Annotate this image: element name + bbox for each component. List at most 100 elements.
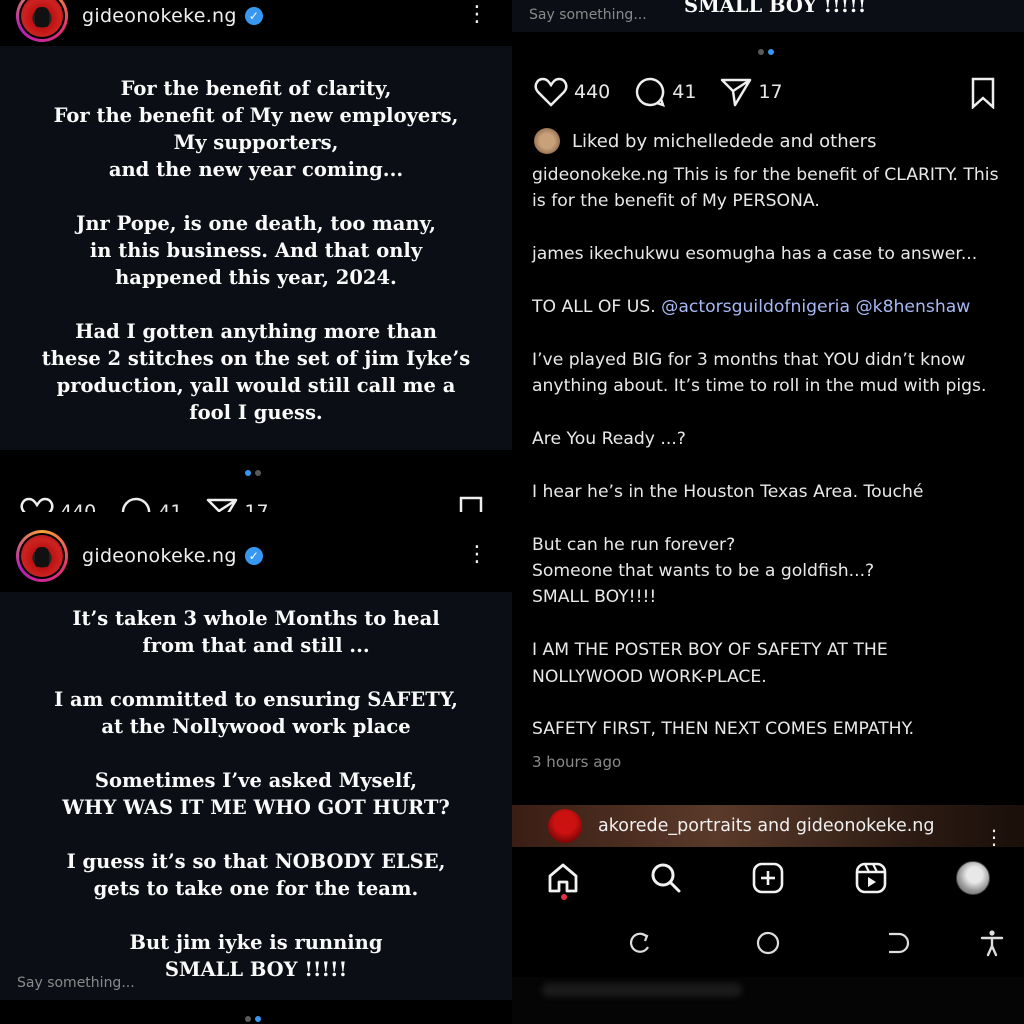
carousel-dot-active: [255, 1016, 261, 1022]
post-timestamp: 3 hours ago: [532, 752, 622, 771]
caption-paragraph: But can he run forever? Someone that wan…: [532, 532, 1002, 611]
story-card: It’s taken 3 whole Months to heal from th…: [0, 592, 512, 1000]
caption-paragraph: TO ALL OF US. @actorsguildofnigeria @k8h…: [532, 294, 1002, 320]
caption-paragraph: gideonokeke.ng This is for the benefit o…: [532, 162, 1002, 215]
verified-badge-icon: ✓: [244, 547, 263, 565]
notification-dot: [561, 894, 567, 900]
post-screenshot-bottom-left: gideonokeke.ng ✓ ⋮ It’s taken 3 whole Mo…: [0, 512, 512, 1024]
more-options-icon[interactable]: ⋮: [984, 825, 1004, 849]
carousel-indicator: [758, 49, 774, 55]
story-line: in this business. And that only: [89, 239, 423, 262]
more-options-icon[interactable]: ⋮: [466, 544, 488, 566]
send-icon[interactable]: [720, 77, 752, 107]
story-line: gets to take one for the team.: [93, 877, 419, 900]
heart-icon[interactable]: [534, 77, 568, 107]
post-header: gideonokeke.ng ✓ ⋮: [0, 526, 512, 586]
carousel-dot-active: [245, 470, 251, 476]
search-icon[interactable]: [649, 861, 683, 895]
story-paragraph: For the benefit of clarity, For the benef…: [0, 75, 512, 183]
heart-icon[interactable]: [20, 497, 54, 512]
story-line: WHY WAS IT ME WHO GOT HURT?: [62, 796, 450, 819]
liked-by-row[interactable]: Liked by michelledede and others: [534, 128, 876, 154]
accessibility-icon[interactable]: [978, 929, 1006, 957]
story-line: Jnr Pope, is one death, too many,: [76, 212, 436, 235]
comment-count: 41: [158, 501, 183, 512]
story-text-tail: SMALL BOY !!!!!: [684, 0, 867, 17]
story-line: from that and still ...: [142, 634, 370, 657]
like-count: 440: [574, 81, 611, 103]
caption-paragraph: SAFETY FIRST, THEN NEXT COMES EMPATHY.: [532, 719, 915, 740]
like-count: 440: [60, 501, 97, 512]
home-icon[interactable]: [546, 861, 580, 895]
bottom-navigation: [512, 847, 1024, 907]
story-reply-input[interactable]: Say something...: [529, 7, 647, 23]
story-line: It’s taken 3 whole Months to heal: [72, 607, 440, 630]
carousel-dot: [255, 470, 261, 476]
story-card-tail: Say something... SMALL BOY !!!!!: [512, 0, 1024, 32]
bookmark-icon[interactable]: [458, 496, 484, 512]
next-post-header: akorede_portraits and gideonokeke.ng ⋮: [512, 805, 1024, 849]
caption-line: But can he run forever?: [532, 534, 736, 555]
mention-link[interactable]: @k8henshaw: [855, 297, 970, 317]
collab-avatar[interactable]: [548, 809, 582, 843]
story-line: happened this year, 2024.: [115, 266, 397, 289]
rotate-icon[interactable]: [626, 929, 654, 957]
story-line: I am committed to ensuring SAFETY,: [54, 688, 458, 711]
mention-link[interactable]: @actorsguildofnigeria: [661, 297, 850, 317]
story-card: For the benefit of clarity, For the benef…: [0, 46, 512, 450]
send-icon[interactable]: [206, 497, 238, 512]
caption-paragraph: I hear he’s in the Houston Texas Area. T…: [532, 481, 924, 502]
action-row: 440 41 17: [534, 76, 807, 108]
username[interactable]: gideonokeke.ng: [82, 5, 237, 27]
story-paragraph: Had I gotten anything more than these 2 s…: [0, 318, 512, 426]
story-reply-input[interactable]: Say something...: [17, 975, 135, 991]
profile-avatar[interactable]: [956, 861, 990, 895]
story-paragraph: Sometimes I’ve asked Myself, WHY WAS IT M…: [0, 767, 512, 821]
caption-paragraph: I AM THE POSTER BOY OF SAFETY AT THE NOL…: [532, 640, 888, 687]
more-options-icon[interactable]: ⋮: [466, 4, 488, 26]
story-line: For the benefit of clarity,: [120, 77, 392, 100]
comment-count: 41: [672, 81, 697, 103]
story-line: I guess it’s so that NOBODY ELSE,: [66, 850, 446, 873]
share-count: 17: [758, 81, 783, 103]
story-paragraph: I am committed to ensuring SAFETY, at the…: [0, 686, 512, 740]
carousel-dot-active: [768, 49, 774, 55]
user-avatar[interactable]: [16, 530, 68, 582]
bookmark-icon[interactable]: [970, 77, 996, 109]
user-avatar[interactable]: [16, 0, 68, 42]
collab-usernames[interactable]: akorede_portraits and gideonokeke.ng: [598, 816, 935, 836]
caption-username[interactable]: gideonokeke.ng: [532, 165, 668, 185]
share-count: 17: [244, 501, 269, 512]
comment-icon[interactable]: [120, 496, 152, 512]
caption-paragraph: Are You Ready ...?: [532, 429, 686, 449]
comment-icon[interactable]: [634, 76, 666, 108]
story-text: It’s taken 3 whole Months to heal from th…: [0, 592, 512, 983]
story-line: production, yall would still call me a: [56, 374, 456, 397]
story-line: at the Nollywood work place: [101, 715, 411, 738]
caption-paragraph: I’ve played BIG for 3 months that YOU di…: [532, 349, 987, 397]
gesture-bar: [512, 977, 1024, 1024]
story-paragraph: I guess it’s so that NOBODY ELSE, gets to…: [0, 848, 512, 902]
story-text: For the benefit of clarity, For the benef…: [0, 46, 512, 426]
story-line: For the benefit of My new employers,: [53, 104, 459, 127]
liked-by-text: Liked by michelledede and others: [572, 130, 877, 152]
caption-paragraph: james ikechukwu esomugha has a case to a…: [532, 244, 978, 265]
story-line: My supporters,: [173, 131, 339, 154]
caption-line: SMALL BOY!!!!: [532, 587, 657, 608]
caption-text: TO ALL OF US.: [532, 297, 662, 317]
carousel-dot: [758, 49, 764, 55]
story-paragraph: It’s taken 3 whole Months to heal from th…: [0, 605, 512, 659]
post-header: gideonokeke.ng ✓ ⋮: [0, 0, 512, 46]
plus-square-icon[interactable]: [751, 861, 785, 895]
liker-avatar: [534, 128, 560, 154]
system-navigation-bar: [512, 907, 1024, 977]
home-button-icon[interactable]: [754, 929, 782, 957]
back-icon[interactable]: [882, 929, 910, 957]
reels-icon[interactable]: [854, 861, 888, 895]
action-row-partial: 440 41 17: [20, 496, 293, 512]
username[interactable]: gideonokeke.ng: [82, 545, 237, 567]
carousel-indicator: [245, 470, 261, 476]
verified-badge-icon: ✓: [244, 7, 263, 25]
story-line: these 2 stitches on the set of jim Iyke’…: [41, 347, 471, 370]
carousel-indicator: [245, 1016, 261, 1022]
